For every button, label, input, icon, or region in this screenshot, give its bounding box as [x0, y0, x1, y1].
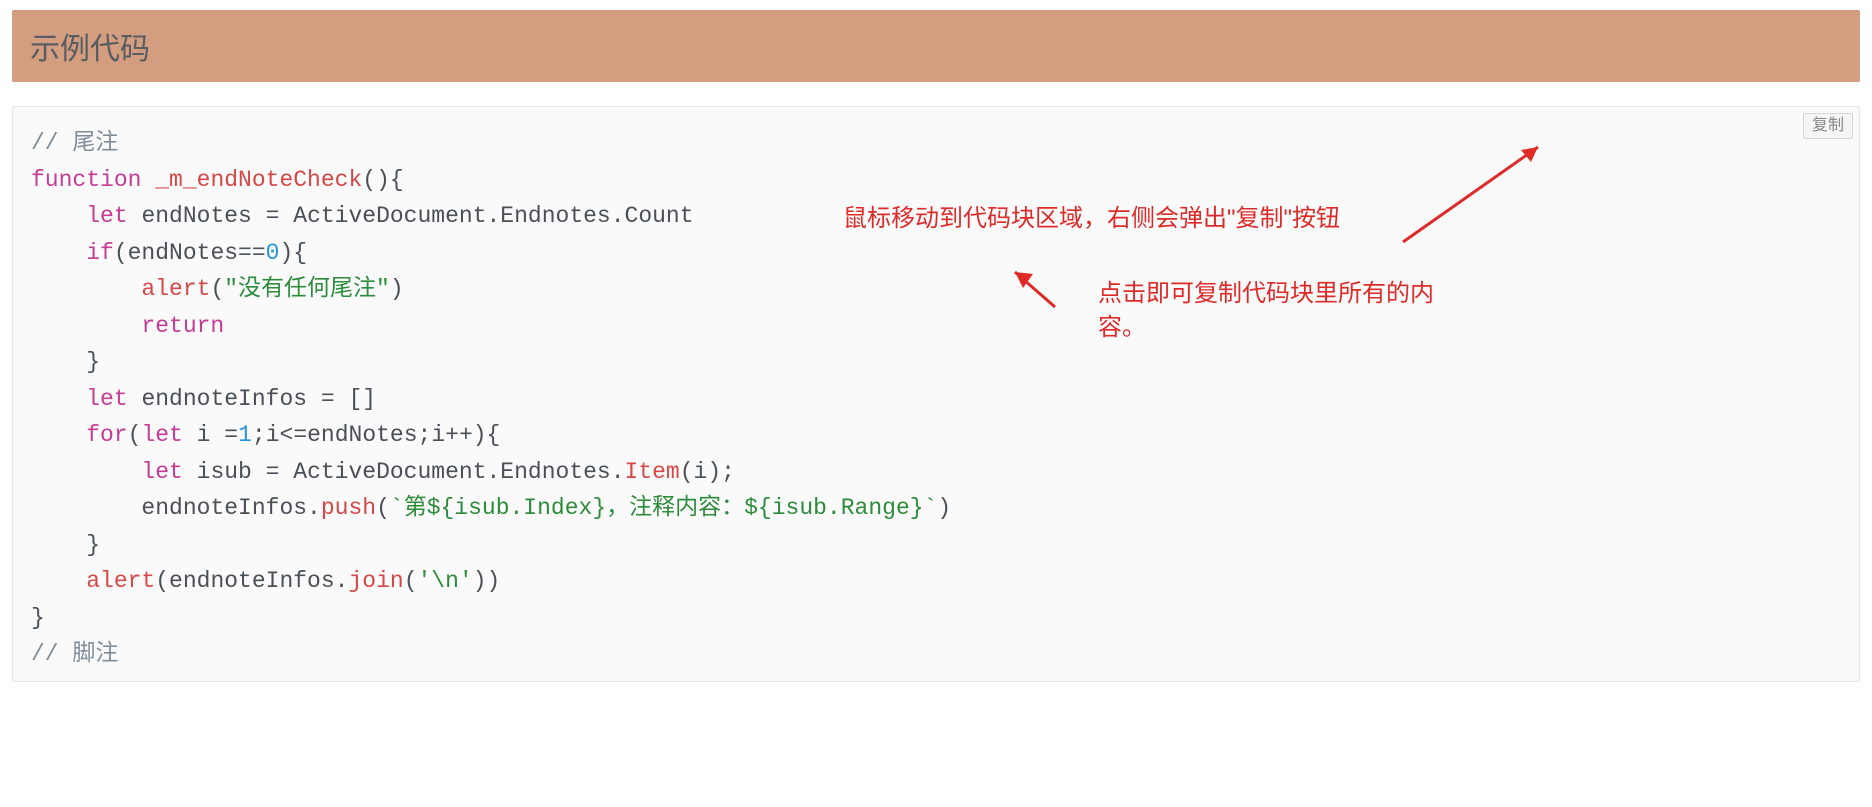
- code-token: "没有任何尾注": [224, 276, 390, 302]
- code-token: let: [86, 386, 127, 412]
- code-token: }: [31, 532, 100, 558]
- code-token: endnoteInfos.: [31, 495, 321, 521]
- code-token: // 脚注: [31, 641, 118, 667]
- code-token: [31, 313, 141, 339]
- code-token: isub = ActiveDocument.Endnotes.: [183, 459, 625, 485]
- code-token: ;i<=endNotes;i++){: [252, 422, 500, 448]
- code-token: endNotes = ActiveDocument.Endnotes.Count: [128, 203, 694, 229]
- code-token: if: [86, 240, 114, 266]
- code-token: push: [321, 495, 376, 521]
- code-token: [31, 276, 141, 302]
- code-token: [31, 459, 141, 485]
- code-token: ){: [279, 240, 307, 266]
- code-block: 复制 // 尾注 function _m_endNoteCheck(){ let…: [12, 106, 1860, 682]
- code-token: return: [141, 313, 224, 339]
- code-token: }: [31, 349, 100, 375]
- code-token: let: [86, 203, 127, 229]
- code-token: [31, 240, 86, 266]
- code-token: _m_endNoteCheck: [155, 167, 362, 193]
- code-token: function: [31, 167, 141, 193]
- code-token: (){: [362, 167, 403, 193]
- code-token: let: [141, 422, 182, 448]
- annotation-hover-hint: 鼠标移动到代码块区域，右侧会弹出"复制"按钮: [843, 202, 1340, 236]
- code-token: ): [390, 276, 404, 302]
- section-title: 示例代码: [30, 33, 150, 66]
- code-token: Item: [625, 459, 680, 485]
- code-token: `第${isub.Index}，注释内容：${isub.Range}`: [390, 495, 937, 521]
- code-token: (: [210, 276, 224, 302]
- code-token: }: [31, 605, 45, 631]
- code-token: 0: [266, 240, 280, 266]
- code-token: let: [141, 459, 182, 485]
- code-content: // 尾注 function _m_endNoteCheck(){ let en…: [13, 107, 1859, 681]
- code-token: // 尾注: [31, 130, 118, 156]
- code-token: (: [128, 422, 142, 448]
- section-header: 示例代码: [12, 10, 1860, 82]
- code-token: alert: [86, 568, 155, 594]
- code-token: [141, 167, 155, 193]
- code-token: join: [348, 568, 403, 594]
- code-token: (endnoteInfos.: [155, 568, 348, 594]
- code-token: (endNotes==: [114, 240, 266, 266]
- code-token: i =: [183, 422, 238, 448]
- copy-button[interactable]: 复制: [1803, 113, 1853, 139]
- code-token: [31, 203, 86, 229]
- code-token: (i);: [680, 459, 735, 485]
- annotation-click-hint: 点击即可复制代码块里所有的内容。: [1098, 277, 1458, 345]
- code-token: [31, 568, 86, 594]
- code-token: alert: [141, 276, 210, 302]
- code-token: [31, 422, 86, 448]
- code-token: [31, 386, 86, 412]
- code-token: ): [937, 495, 951, 521]
- code-token: endnoteInfos = []: [128, 386, 376, 412]
- code-token: (: [404, 568, 418, 594]
- code-token: '\n': [418, 568, 473, 594]
- code-token: )): [473, 568, 501, 594]
- code-token: for: [86, 422, 127, 448]
- code-token: 1: [238, 422, 252, 448]
- code-token: (: [376, 495, 390, 521]
